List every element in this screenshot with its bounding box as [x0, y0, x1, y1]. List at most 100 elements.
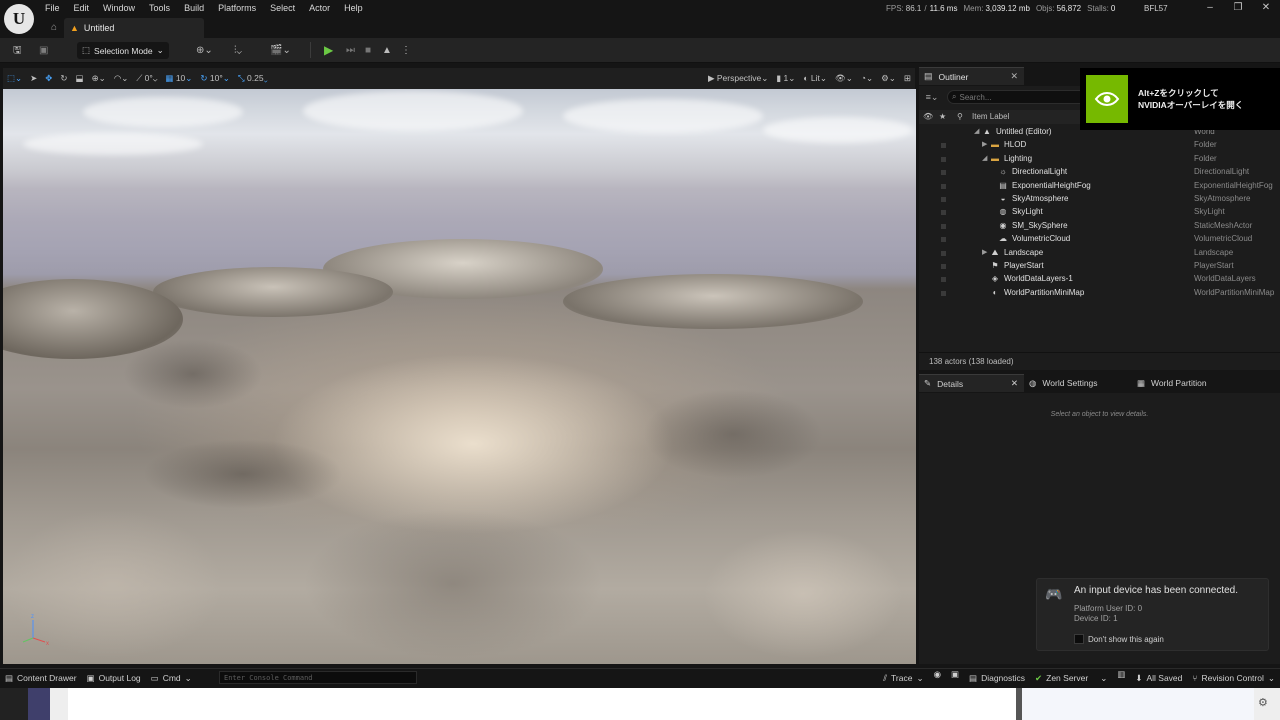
menu-actor[interactable]: Actor	[302, 0, 337, 17]
layout-icon[interactable]: ⊞	[900, 70, 915, 87]
grid-snap[interactable]: ▦ 10⌄	[161, 70, 196, 87]
tree-row-height-fog[interactable]: ▤ ExponentialHeightFog ExponentialHeight…	[919, 180, 1280, 193]
home-icon[interactable]: ⌂	[44, 18, 64, 38]
column-item-label[interactable]: Item Label	[972, 112, 1009, 121]
scale-snap[interactable]: ⤡ 0.25⌄	[234, 70, 272, 87]
cinematics-icon[interactable]: 🎬⌄	[266, 41, 295, 60]
taskbar-window[interactable]	[68, 688, 1016, 720]
perspective-dropdown[interactable]: ▶ Perspective⌄	[704, 70, 772, 87]
select-mode-icon[interactable]: ⬚⌄	[3, 70, 26, 87]
taskbar-app-button[interactable]	[28, 688, 50, 720]
save-icon[interactable]: 🖫	[9, 41, 26, 60]
world-local-icon[interactable]: ⊕⌄	[88, 70, 110, 87]
close-icon[interactable]: ✕	[1252, 0, 1280, 16]
rotation-snap[interactable]: ⟋ 0°⌄	[132, 70, 161, 87]
tab-details[interactable]: ✎ Details ✕	[919, 374, 1024, 392]
menu-select[interactable]: Select	[263, 0, 302, 17]
source-control-icon[interactable]: ▣	[35, 41, 52, 60]
cmd-dropdown[interactable]: ▭ Cmd ⌄	[146, 669, 197, 688]
checkbox[interactable]	[1074, 634, 1084, 644]
tree-row-lighting[interactable]: ◢ ▬ Lighting Folder	[919, 153, 1280, 166]
more-options-icon[interactable]: ⋮	[397, 41, 415, 60]
zen-server-dropdown[interactable]: ✔ Zen Server ⌄	[1030, 669, 1112, 688]
tab-world-partition[interactable]: ▦ World Partition	[1132, 374, 1242, 392]
pin-icon[interactable]: ★	[939, 112, 946, 121]
console-command-input[interactable]: Enter Console Command	[219, 671, 417, 684]
tree-row-landscape[interactable]: ▶ ⛰ Landscape Landscape	[919, 247, 1280, 260]
level-viewport[interactable]: z x	[3, 89, 916, 664]
visibility-toggle[interactable]	[941, 170, 946, 176]
menu-edit[interactable]: Edit	[67, 0, 97, 17]
expand-arrow-icon[interactable]: ▶	[982, 248, 987, 256]
revision-control-dropdown[interactable]: ⑂ Revision Control ⌄	[1187, 669, 1280, 688]
stop-icon[interactable]: ■	[361, 41, 375, 60]
close-icon[interactable]: ✕	[1010, 71, 1018, 82]
visibility-toggle[interactable]	[941, 196, 946, 202]
nvidia-overlay-toast[interactable]: Alt+Zをクリックして NVIDIAオーバーレイを開く	[1080, 68, 1280, 130]
visibility-toggle[interactable]	[941, 237, 946, 243]
output-log-button[interactable]: ▣ Output Log	[82, 669, 146, 688]
expand-arrow-icon[interactable]: ▶	[982, 140, 987, 148]
performance-icon[interactable]: ◔⌄	[857, 70, 877, 87]
menu-build[interactable]: Build	[177, 0, 211, 17]
visibility-toggle[interactable]	[941, 250, 946, 256]
tree-row-sky-light[interactable]: ◍ SkyLight SkyLight	[919, 206, 1280, 219]
expand-arrow-icon[interactable]: ◢	[974, 127, 979, 135]
step-icon[interactable]: ⏭	[342, 41, 359, 60]
content-drawer-button[interactable]: ▤ Content Drawer	[0, 669, 82, 688]
tree-row-hlod[interactable]: ▶ ▬ HLOD Folder	[919, 139, 1280, 152]
tree-row-sky-sphere[interactable]: ◉ SM_SkySphere StaticMeshActor	[919, 220, 1280, 233]
rotate-icon[interactable]: ↻	[56, 70, 71, 87]
visibility-icon[interactable]: 👁	[923, 112, 933, 121]
view-mode-dropdown[interactable]: ◐ Lit⌄	[799, 70, 831, 87]
select-tool-icon[interactable]: ➤	[26, 70, 41, 87]
tree-row-world-data-layers[interactable]: ◈ WorldDataLayers-1 WorldDataLayers	[919, 273, 1280, 286]
dont-show-again-checkbox[interactable]: Don't show this again	[1074, 634, 1164, 644]
settings-icon[interactable]: ⚙	[1258, 696, 1268, 709]
tree-row-player-start[interactable]: ⚑ PlayerStart PlayerStart	[919, 260, 1280, 273]
surface-snap-icon[interactable]: ◠⌄	[110, 70, 133, 87]
tab-untitled-level[interactable]: ▲ Untitled	[64, 18, 204, 38]
minimize-icon[interactable]: –	[1196, 0, 1224, 16]
stats-icon[interactable]: ▥	[1112, 669, 1130, 688]
menu-window[interactable]: Window	[96, 0, 142, 17]
menu-help[interactable]: Help	[337, 0, 370, 17]
menu-platforms[interactable]: Platforms	[211, 0, 263, 17]
visibility-toggle[interactable]	[941, 223, 946, 229]
blueprint-icon[interactable]: ⫶⌄	[230, 41, 246, 60]
tree-row-world-partition-minimap[interactable]: ◐ WorldPartitionMiniMap WorldPartitionMi…	[919, 287, 1280, 300]
lock-icon[interactable]: ⚲	[957, 112, 963, 121]
visibility-toggle[interactable]	[941, 143, 946, 149]
record-icon[interactable]: ◉	[929, 669, 946, 688]
play-options-icon[interactable]: ▲	[378, 41, 396, 60]
translate-icon[interactable]: ✥	[41, 70, 56, 87]
visibility-toggle[interactable]	[941, 156, 946, 162]
menu-file[interactable]: File	[38, 0, 67, 17]
screenshot-icon[interactable]: ▣	[946, 669, 964, 688]
camera-speed-dropdown[interactable]: ▮ 1⌄	[772, 70, 799, 87]
visibility-toggle[interactable]	[941, 290, 946, 296]
show-flags-icon[interactable]: 👁⌄	[831, 70, 857, 87]
visibility-toggle[interactable]	[941, 183, 946, 189]
visibility-toggle[interactable]	[941, 277, 946, 283]
play-icon[interactable]: ▶	[320, 41, 337, 60]
tree-row-volumetric-cloud[interactable]: ☁ VolumetricCloud VolumetricCloud	[919, 233, 1280, 246]
menu-tools[interactable]: Tools	[142, 0, 177, 17]
expand-arrow-icon[interactable]: ◢	[982, 154, 987, 162]
tab-world-settings[interactable]: ◍ World Settings	[1024, 374, 1132, 392]
trace-dropdown[interactable]: ⫽ Trace ⌄	[878, 669, 928, 688]
visibility-toggle[interactable]	[941, 210, 946, 216]
selection-mode-dropdown[interactable]: ⬚ Selection Mode ⌄	[77, 42, 169, 59]
visibility-toggle[interactable]	[941, 263, 946, 269]
scale-icon[interactable]: ⬓	[72, 70, 88, 87]
add-actor-icon[interactable]: ⊕⌄	[192, 41, 217, 60]
unreal-logo[interactable]: U	[4, 4, 34, 34]
tree-row-directional-light[interactable]: ☼ DirectionalLight DirectionalLight	[919, 166, 1280, 179]
all-saved-indicator[interactable]: ⬇ All Saved	[1130, 669, 1187, 688]
settings-icon[interactable]: ⚙⌄	[877, 70, 900, 87]
tab-outliner[interactable]: ▤ Outliner ✕	[919, 67, 1024, 85]
diagnostics-button[interactable]: ▤ Diagnostics	[964, 669, 1030, 688]
maximize-icon[interactable]: ❐	[1224, 0, 1252, 16]
close-icon[interactable]: ✕	[1011, 378, 1018, 389]
filter-icon[interactable]: ≡⌄	[921, 92, 943, 103]
